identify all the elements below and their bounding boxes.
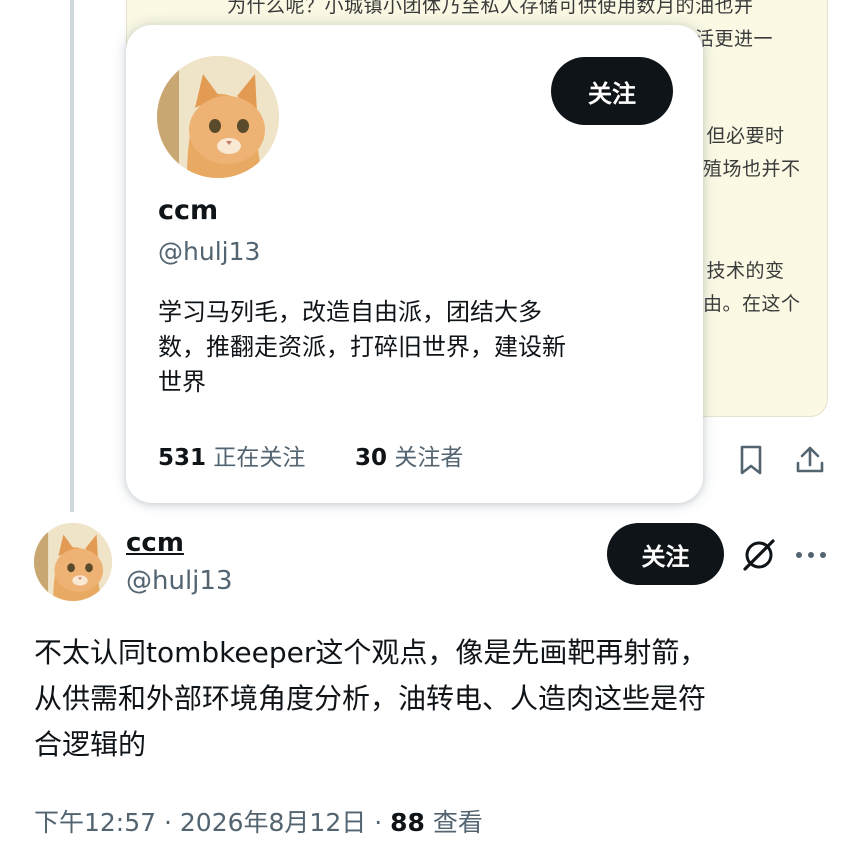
more-icon[interactable] [794,545,828,565]
tweet-text-line: 不太认同tombkeeper这个观点，像是先画靶再射箭， [34,636,708,669]
tweet-time[interactable]: 下午12:57 [34,808,156,837]
grok-icon[interactable] [740,536,778,574]
bookmark-icon[interactable] [731,440,771,480]
tweet-follow-button[interactable]: 关注 [607,523,724,585]
tweet-text: 不太认同tombkeeper这个观点，像是先画靶再射箭， 从供需和外部环境角度分… [34,630,707,768]
tweet-date[interactable]: 2026年8月12日 [180,808,366,837]
tweet-avatar[interactable] [34,523,112,601]
profile-hover-card: 关注 ccm @hulj13 学习马列毛，改造自由派，团结大多 数，推翻走资派，… [126,25,703,503]
followers-count: 30 [355,445,388,471]
quoted-text-line: 由。在这个 [703,293,801,315]
tweet-handle[interactable]: @hulj13 [126,566,233,596]
views-count: 88 [390,808,425,837]
bio-line: 学习马列毛，改造自由派，团结大多 [158,298,542,326]
followers-stat[interactable]: 30 关注者 [355,438,463,472]
bio-line: 数，推翻走资派，打碎旧世界，建设新 [158,333,566,361]
cat-avatar-image [157,56,279,178]
followers-label: 关注者 [394,445,464,471]
following-stat[interactable]: 531 正在关注 [158,438,305,472]
following-label: 正在关注 [213,445,306,471]
tweet-meta: 下午12:57 · 2026年8月12日 · 88 查看 [34,803,483,839]
profile-avatar[interactable] [157,56,279,178]
popup-display-name[interactable]: ccm [158,195,218,226]
cat-avatar-image [34,523,112,601]
bio-line: 世界 [158,368,206,396]
meta-separator: · [164,808,172,837]
thread-connector-line [70,0,74,512]
popup-handle[interactable]: @hulj13 [158,237,260,266]
following-count: 531 [158,445,207,471]
views-label: 查看 [432,808,483,837]
popup-follow-button[interactable]: 关注 [551,57,673,125]
tweet-display-name[interactable]: ccm [126,528,184,558]
share-icon[interactable] [790,440,830,480]
quoted-text-line: 为什么呢？小城镇小团体乃至私人存储可供使用数月的油也并 [227,0,754,17]
tweet-text-line: 从供需和外部环境角度分析，油转电、人造肉这些是符 [34,682,707,715]
quoted-text-line: 殖场也并不 [703,158,801,180]
meta-separator: · [374,808,383,837]
tweet-text-line: 合逻辑的 [34,728,147,761]
popup-bio: 学习马列毛，改造自由派，团结大多 数，推翻走资派，打碎旧世界，建设新 世界 [158,295,566,400]
